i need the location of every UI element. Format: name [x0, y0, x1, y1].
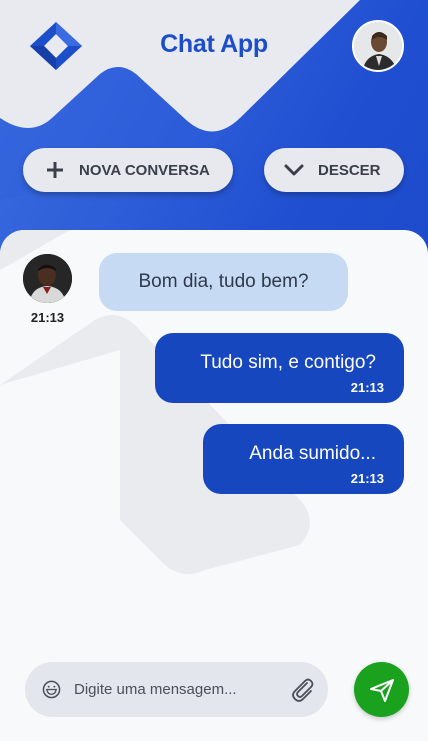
message-text: Anda sumido...	[249, 443, 376, 464]
scroll-down-label: DESCER	[318, 161, 381, 179]
outgoing-message-bubble[interactable]: Tudo sim, e contigo? 21:13	[155, 333, 404, 403]
diamond-logo-icon[interactable]	[28, 20, 84, 72]
user-avatar[interactable]	[352, 20, 404, 72]
plus-icon	[47, 162, 63, 178]
message-time: 21:13	[350, 471, 384, 486]
new-chat-label: NOVA CONVERSA	[79, 161, 210, 179]
message-time: 21:13	[30, 310, 65, 325]
message-text: Bom dia, tudo bem?	[138, 271, 309, 292]
scroll-down-button[interactable]: DESCER	[264, 148, 404, 192]
message-input[interactable]	[74, 678, 274, 700]
paperclip-icon[interactable]	[289, 676, 317, 704]
send-button[interactable]	[354, 662, 409, 717]
new-chat-button[interactable]: NOVA CONVERSA	[23, 148, 233, 192]
chevron-down-icon	[284, 164, 304, 176]
message-composer	[25, 662, 328, 717]
app-title: Chat App	[160, 30, 268, 58]
message-text: Tudo sim, e contigo?	[200, 352, 376, 373]
contact-avatar[interactable]	[23, 254, 72, 303]
chat-screen: Chat App NOVA CONVERSA DESCER 21:13 Bom …	[0, 0, 428, 741]
emoji-icon[interactable]	[42, 680, 61, 699]
incoming-message-bubble[interactable]: Bom dia, tudo bem?	[99, 253, 348, 311]
outgoing-message-bubble[interactable]: Anda sumido... 21:13	[203, 424, 404, 494]
message-time: 21:13	[350, 380, 384, 395]
send-icon	[369, 678, 394, 702]
